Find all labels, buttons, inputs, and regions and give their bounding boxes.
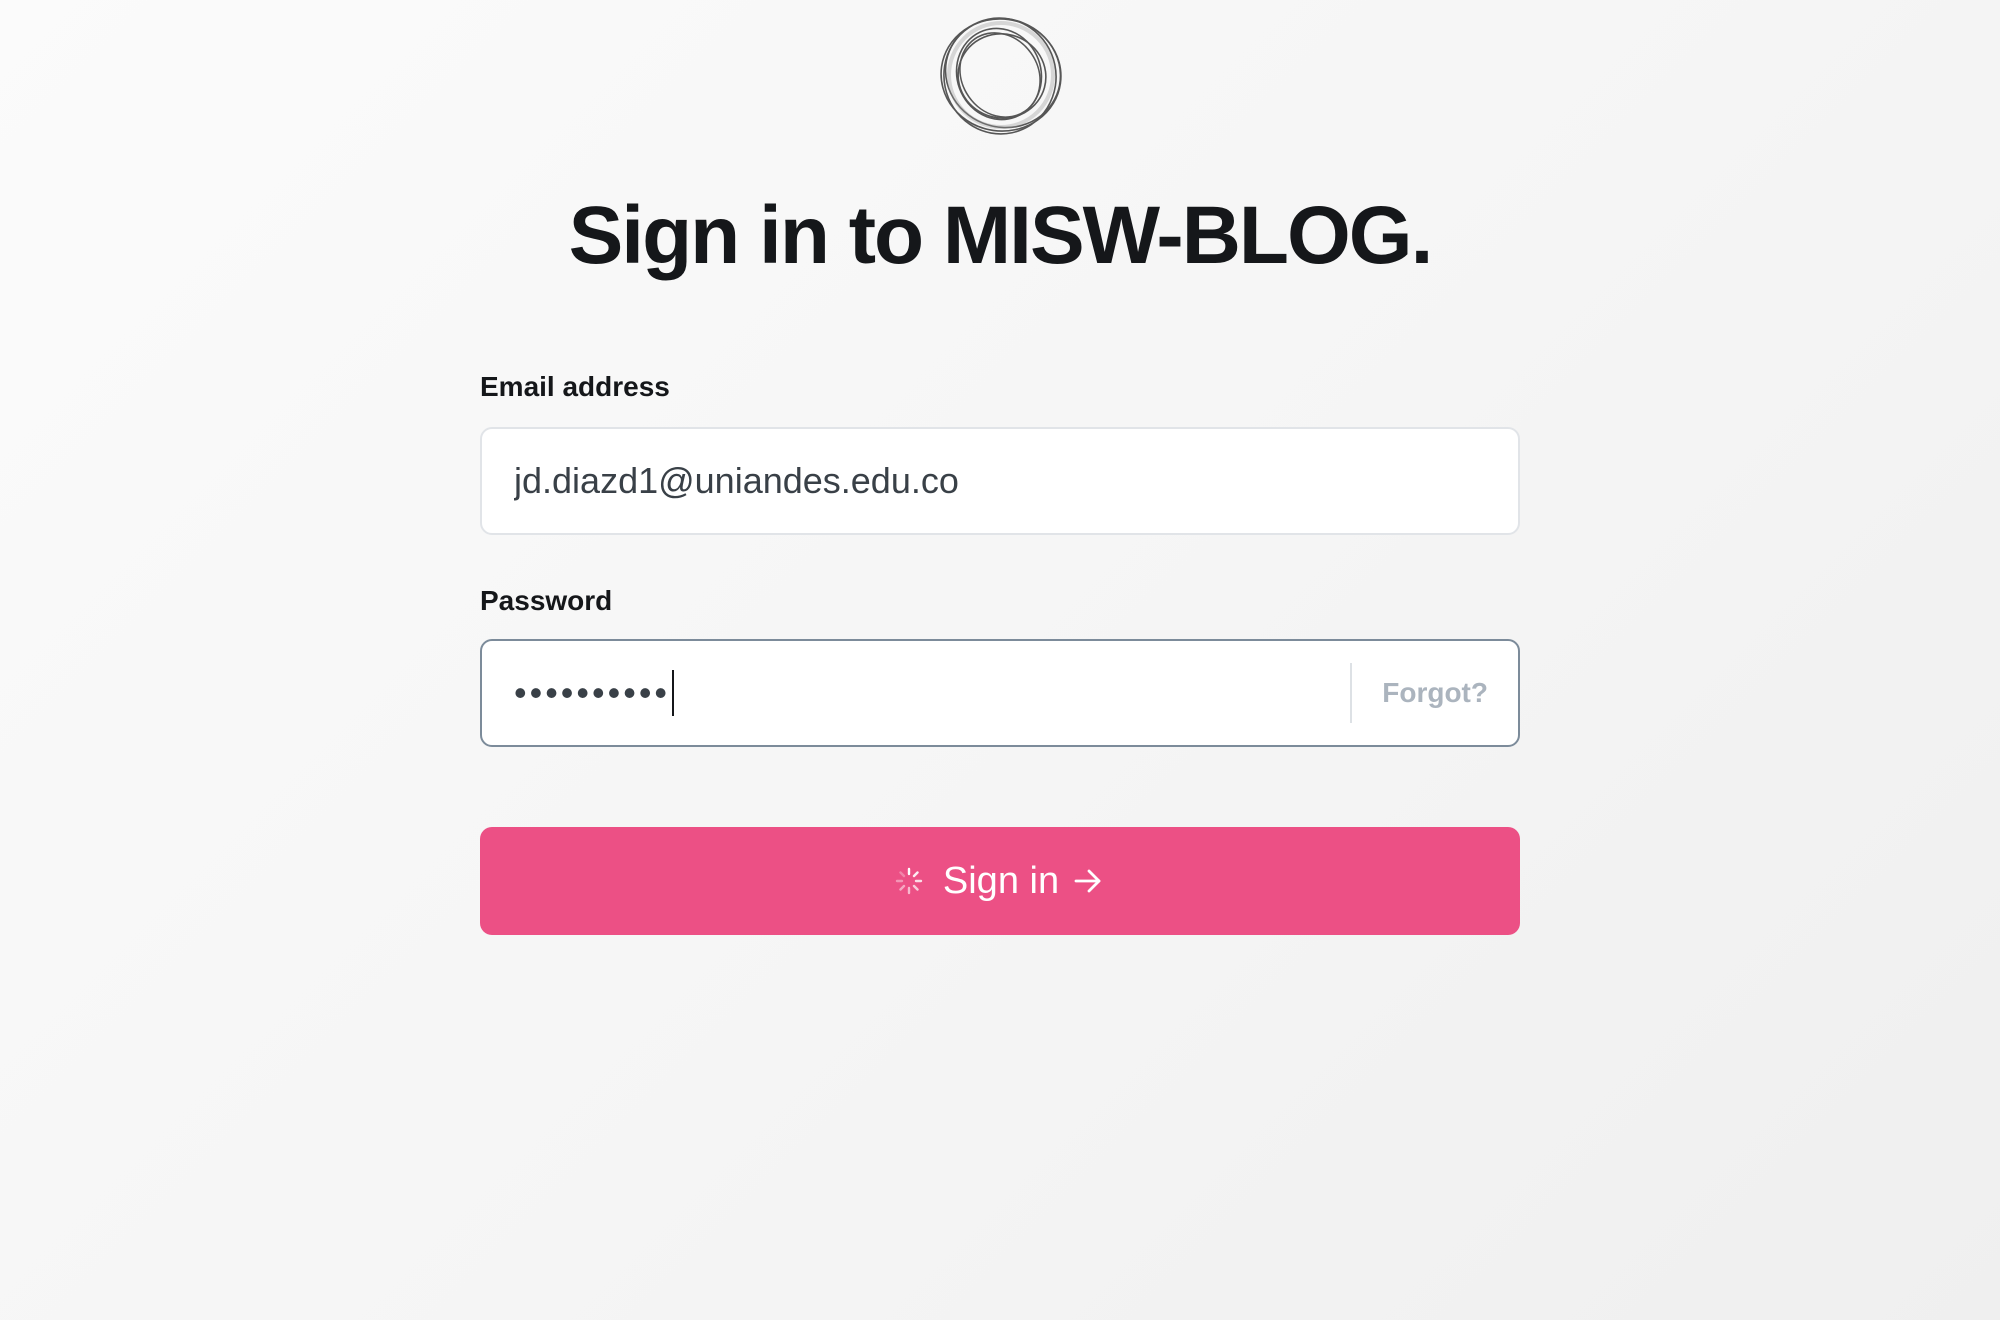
password-field[interactable]: •••••••••• xyxy=(482,663,1350,723)
password-masked-value: •••••••••• xyxy=(514,672,671,713)
password-label: Password xyxy=(480,585,613,616)
arrow-right-icon xyxy=(1074,869,1101,893)
forgot-password-link[interactable]: Forgot? xyxy=(1352,677,1518,709)
password-field-container[interactable]: •••••••••• Forgot? xyxy=(480,639,1520,747)
ring-logo-icon xyxy=(940,17,1062,135)
sign-in-button[interactable]: Sign in xyxy=(480,827,1520,935)
text-caret xyxy=(672,670,675,716)
sign-in-button-label: Sign in xyxy=(942,859,1060,902)
email-field[interactable] xyxy=(514,460,1474,502)
email-label: Email address xyxy=(480,371,670,402)
spinner-icon xyxy=(895,867,923,895)
page-title: Sign in to MISW-BLOG. xyxy=(568,190,1434,281)
email-field-container[interactable] xyxy=(480,427,1520,535)
